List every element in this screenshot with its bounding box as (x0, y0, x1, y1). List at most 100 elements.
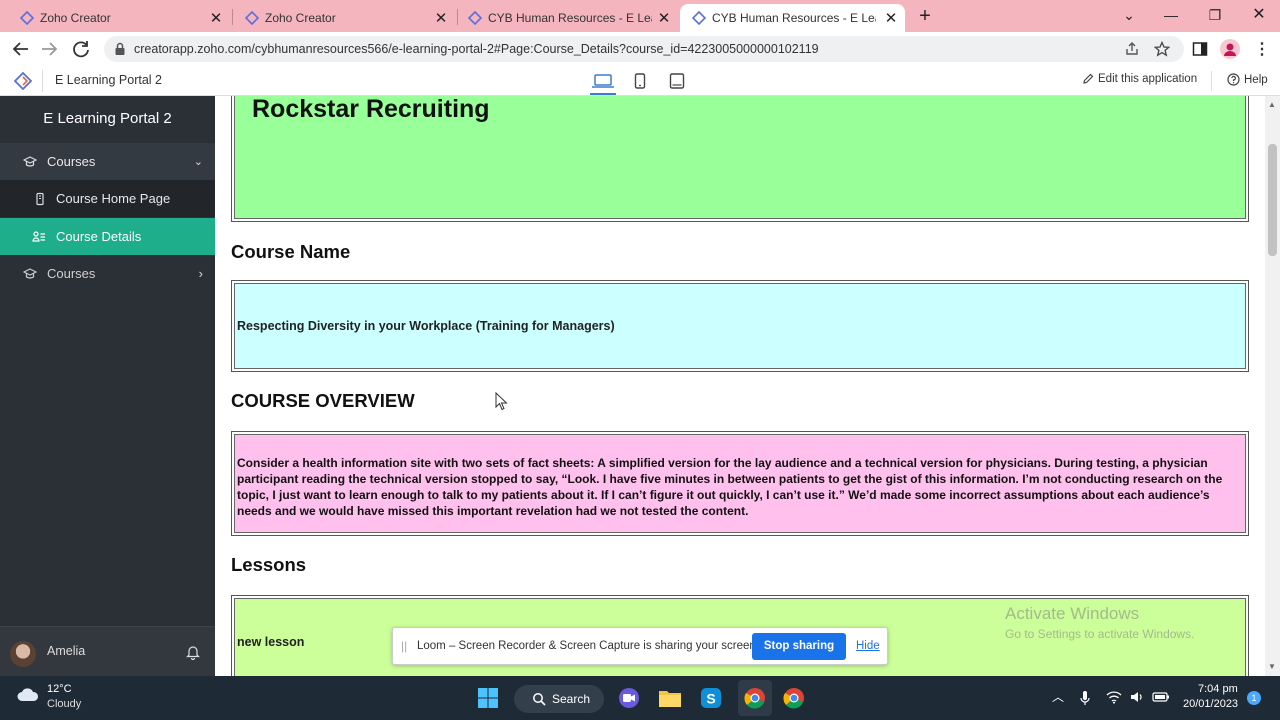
taskbar-search[interactable]: Search (514, 685, 604, 713)
list-icon (32, 230, 45, 242)
tab-search-chevron-icon[interactable]: ⌄ (1118, 4, 1140, 26)
url-bar[interactable]: creatorapp.zoho.com/cybhumanresources566… (104, 36, 1184, 62)
close-tab-icon[interactable]: ✕ (433, 9, 449, 27)
svg-text:S: S (706, 691, 715, 707)
weather-description: Cloudy (47, 698, 82, 710)
edit-application-link[interactable]: Edit this application (1082, 73, 1197, 85)
zoho-creator-logo-icon[interactable] (14, 72, 32, 90)
profile-avatar-icon[interactable] (1220, 39, 1240, 59)
tab-title: Zoho Creator (265, 11, 336, 25)
browser-tab-4-active[interactable]: CYB Human Resources - E Learni ✕ (680, 4, 905, 32)
course-name-box: Respecting Diversity in your Workplace (… (231, 280, 1249, 372)
desktop-view-icon[interactable] (591, 73, 615, 89)
graduation-cap-icon (23, 267, 37, 279)
browser-tab-3[interactable]: CYB Human Resources - E Learni ✕ (468, 4, 678, 32)
teams-meet-icon[interactable] (615, 684, 643, 712)
cloud-icon[interactable] (16, 686, 40, 704)
hide-link[interactable]: Hide (856, 640, 880, 652)
windows-start-icon[interactable] (474, 684, 502, 712)
divider (1211, 71, 1212, 91)
chevron-up-icon[interactable]: ︿ (1052, 688, 1064, 705)
search-label: Search (552, 692, 591, 706)
course-name-heading: Course Name (231, 241, 351, 262)
file-explorer-icon[interactable] (656, 684, 684, 712)
lessons-heading: Lessons (231, 554, 307, 575)
reload-icon[interactable] (70, 38, 92, 60)
edit-application-label: Edit this application (1098, 73, 1198, 85)
clock-date[interactable]: 20/01/2023 (1183, 698, 1238, 710)
microphone-icon[interactable] (1080, 690, 1090, 706)
sidebar-item-course-home-page[interactable]: Course Home Page (0, 180, 215, 217)
zoho-creator-icon (245, 11, 259, 25)
page-scrollbar[interactable]: ▲ ▼ (1265, 96, 1280, 676)
sidebar-item-label: Courses (47, 266, 96, 281)
address-bar-row: creatorapp.zoho.com/cybhumanresources566… (0, 32, 1280, 66)
help-label: Help (1244, 73, 1268, 86)
course-title: Rockstar Recruiting (252, 96, 490, 123)
url-text: creatorapp.zoho.com/cybhumanresources566… (134, 42, 819, 56)
close-tab-icon[interactable]: ✕ (883, 9, 899, 27)
volume-icon[interactable] (1129, 690, 1145, 704)
side-panel-icon[interactable] (1192, 41, 1208, 57)
wifi-icon[interactable] (1106, 690, 1122, 704)
mouse-cursor-icon (495, 392, 508, 411)
sidebar-item-course-details[interactable]: Course Details (0, 218, 215, 255)
chrome-active-window[interactable] (738, 680, 772, 716)
loom-message: Loom – Screen Recorder & Screen Capture … (417, 640, 759, 652)
scroll-down-arrow-icon[interactable]: ▼ (1268, 662, 1276, 671)
app-name: E Learning Portal 2 (55, 73, 163, 87)
divider (42, 70, 43, 92)
pencil-icon (1083, 73, 1094, 84)
browser-tab-bar: Zoho Creator ✕ Zoho Creator ✕ CYB Human … (0, 0, 1280, 32)
minimize-icon[interactable]: — (1160, 4, 1182, 26)
lock-icon[interactable] (114, 42, 126, 56)
clock-time[interactable]: 7:04 pm (1198, 683, 1238, 695)
bell-icon[interactable] (186, 644, 200, 660)
scroll-thumb[interactable] (1268, 144, 1277, 256)
forward-icon[interactable] (38, 38, 60, 60)
stop-sharing-button[interactable]: Stop sharing (752, 633, 846, 660)
sidebar-item-courses-2[interactable]: Courses › (0, 255, 215, 292)
sidebar-title: E Learning Portal 2 (43, 110, 172, 127)
tab-title: CYB Human Resources - E Learni (488, 11, 652, 25)
new-tab-icon[interactable]: + (915, 5, 935, 28)
course-title-box: Rockstar Recruiting (231, 96, 1249, 222)
help-link[interactable]: Help (1227, 73, 1268, 86)
tablet-view-icon[interactable] (634, 73, 646, 89)
close-tab-icon[interactable]: ✕ (656, 9, 672, 27)
restore-icon[interactable]: ❐ (1204, 4, 1226, 26)
main-content: Rockstar Recruiting Course Name Respecti… (215, 96, 1265, 676)
tab-separator (232, 9, 233, 25)
sidebar-user[interactable]: Amelia (0, 626, 215, 676)
sidebar-item-label: Courses (47, 154, 96, 169)
drag-handle-icon[interactable]: || (401, 639, 407, 653)
bookmark-star-icon[interactable] (1154, 41, 1170, 57)
tab-separator (457, 9, 458, 25)
course-overview-text: Consider a health information site with … (234, 434, 1246, 533)
back-icon[interactable] (10, 38, 32, 60)
tab-title: Zoho Creator (40, 11, 111, 25)
close-window-icon[interactable]: ✕ (1248, 4, 1270, 26)
mobile-view-icon[interactable] (669, 73, 685, 89)
notification-badge[interactable]: 1 (1247, 691, 1261, 705)
sidebar-item-courses[interactable]: Courses ⌄ (0, 143, 215, 180)
battery-icon[interactable] (1152, 690, 1170, 704)
sidebar-item-label: Course Details (56, 229, 142, 244)
browser-tab-1[interactable]: Zoho Creator ✕ (20, 4, 230, 32)
search-icon (533, 693, 546, 706)
activate-windows-watermark: Activate Windows (1005, 604, 1140, 623)
course-overview-box: Consider a health information site with … (231, 431, 1249, 536)
browser-tab-2[interactable]: Zoho Creator ✕ (245, 4, 455, 32)
close-tab-icon[interactable]: ✕ (208, 9, 224, 27)
avatar[interactable] (10, 641, 36, 667)
scroll-up-arrow-icon[interactable]: ▲ (1268, 100, 1276, 109)
zoho-creator-icon (692, 11, 706, 25)
sidebar: E Learning Portal 2 Courses ⌄ Course Hom… (0, 96, 215, 676)
chrome-profile-icon[interactable] (780, 684, 808, 712)
chrome-icon (744, 688, 765, 709)
skype-icon[interactable]: S (697, 684, 725, 712)
share-icon[interactable] (1124, 41, 1140, 57)
graduation-cap-icon (23, 155, 37, 167)
app-header: E Learning Portal 2 Edit this applicatio… (0, 66, 1280, 96)
browser-menu-icon[interactable]: ⋮ (1254, 39, 1270, 59)
